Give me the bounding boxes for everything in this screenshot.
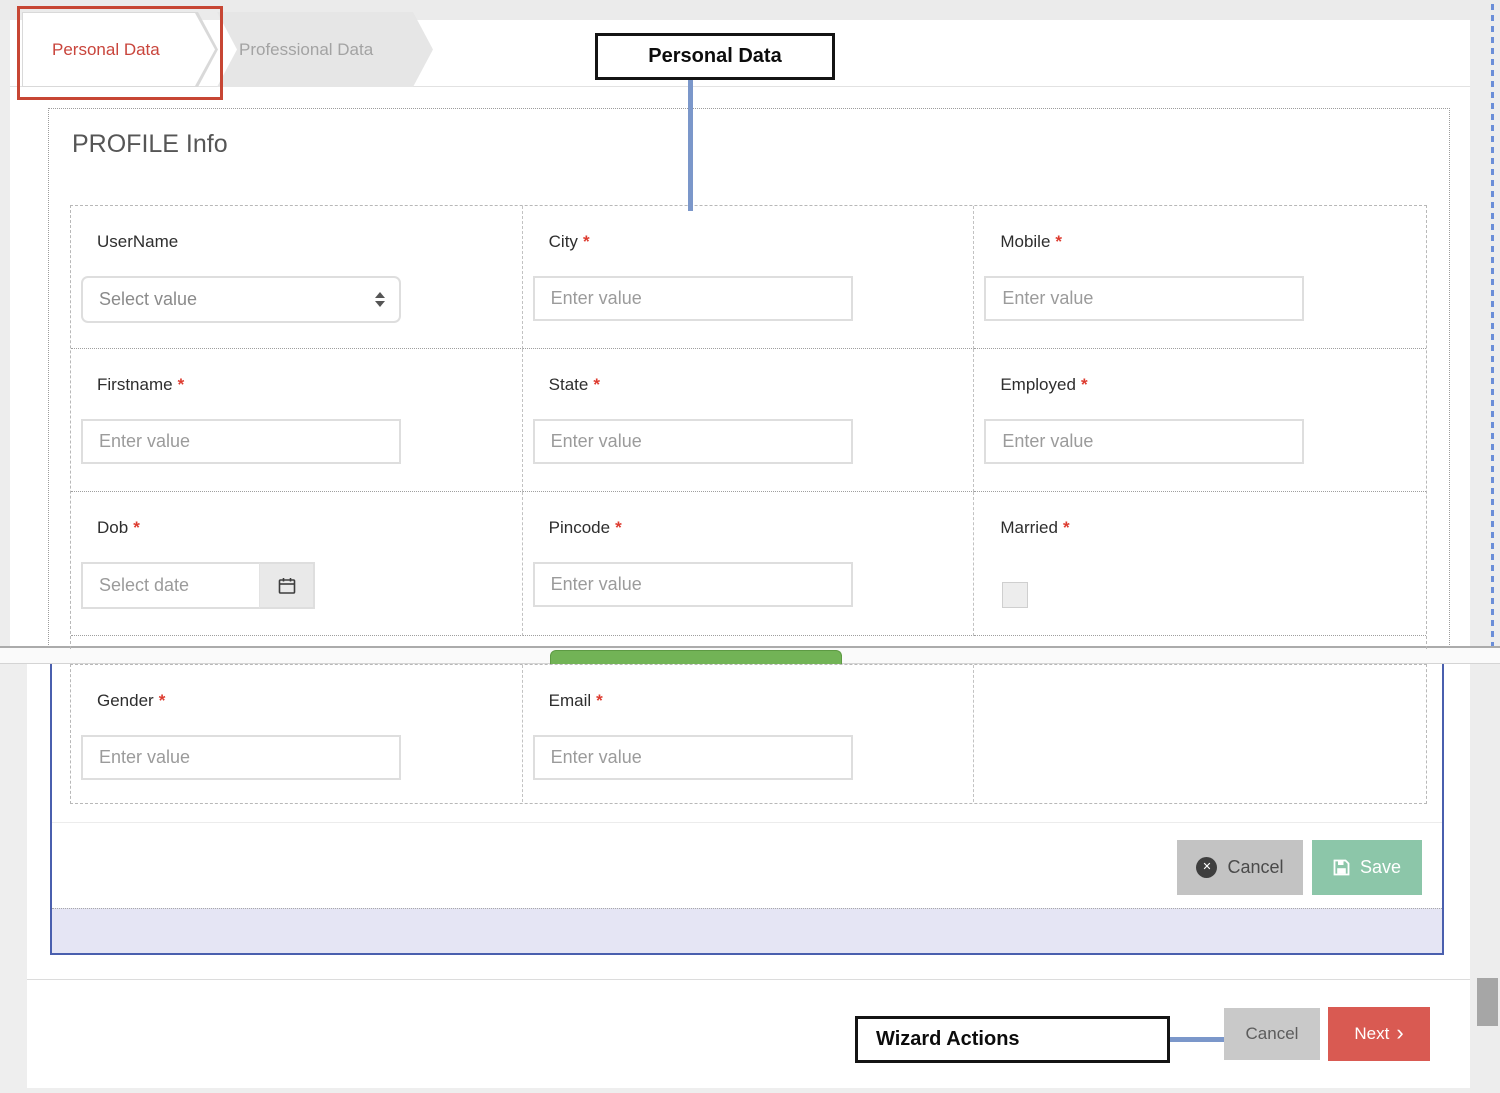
callout-personal-text: Personal Data <box>648 45 781 68</box>
field-mobile: Mobile * <box>974 206 1426 349</box>
required-asterisk: * <box>593 375 600 394</box>
field-email: Email* <box>523 665 975 802</box>
state-label: State <box>549 375 589 394</box>
username-label: UserName <box>97 232 178 251</box>
wizard-footer-divider <box>27 979 1470 980</box>
pincode-label: Pincode <box>549 518 610 537</box>
field-firstname: Firstname * <box>71 349 523 492</box>
field-dob: Dob * <box>71 492 523 636</box>
firstname-input[interactable] <box>81 419 401 464</box>
required-asterisk: * <box>615 518 622 537</box>
dob-input[interactable] <box>81 562 259 609</box>
gender-label: Gender <box>97 691 154 710</box>
required-asterisk: * <box>178 375 185 394</box>
married-label: Married <box>1000 518 1058 537</box>
profile-save-label: Save <box>1360 857 1401 878</box>
callout-wizard-actions: Wizard Actions <box>855 1016 1170 1063</box>
callout-wizard-text: Wizard Actions <box>876 1028 1020 1051</box>
required-asterisk: * <box>133 518 140 537</box>
email-input[interactable] <box>533 735 853 780</box>
field-gender: Gender * <box>71 665 523 802</box>
pincode-input[interactable] <box>533 562 853 607</box>
married-checkbox[interactable] <box>1002 582 1028 608</box>
wizard-cancel-label: Cancel <box>1246 1024 1299 1044</box>
panel-footer-band <box>52 908 1442 953</box>
dob-label: Dob <box>97 518 128 537</box>
field-state: State* <box>523 349 975 492</box>
scrollbar-thumb[interactable] <box>1477 978 1498 1026</box>
username-select[interactable]: Select value <box>81 276 401 323</box>
gender-input[interactable] <box>81 735 401 780</box>
required-asterisk: * <box>596 691 603 710</box>
employed-label: Employed <box>1000 375 1076 394</box>
tab-professional-data[interactable]: Professional Data <box>217 12 433 87</box>
left-gutter <box>0 0 10 648</box>
annotation-highlight-box <box>17 6 223 100</box>
profile-form-grid-bottom: Gender* Email* <box>70 664 1427 804</box>
tab-professional-label: Professional Data <box>217 40 373 60</box>
city-input[interactable] <box>533 276 853 321</box>
dob-date-group <box>81 562 508 609</box>
required-asterisk: * <box>1055 232 1062 251</box>
next-chevron-icon: › <box>1396 1022 1403 1044</box>
required-asterisk: * <box>1081 375 1088 394</box>
callout-personal-data: Personal Data <box>595 33 835 80</box>
dob-calendar-button[interactable] <box>259 562 315 609</box>
callout-connector-vertical <box>688 80 693 211</box>
right-gutter <box>1470 0 1500 1093</box>
field-empty <box>974 665 1426 802</box>
field-pincode: Pincode * <box>523 492 975 636</box>
save-floppy-icon <box>1333 859 1350 876</box>
profile-cancel-label: Cancel <box>1227 857 1283 878</box>
required-asterisk: * <box>583 232 590 251</box>
field-married: Married * <box>974 492 1426 636</box>
selection-dashed-edge <box>1491 4 1494 646</box>
profile-form-grid-top: UserName Select value City * Mobile * Firs… <box>70 205 1427 649</box>
calendar-icon <box>277 576 297 596</box>
field-city: City * <box>523 206 975 349</box>
profile-save-button[interactable]: Save <box>1312 840 1422 895</box>
wizard-next-label: Next <box>1354 1024 1389 1044</box>
mobile-input[interactable] <box>984 276 1304 321</box>
profile-panel-title: PROFILE Info <box>72 130 228 159</box>
field-username: UserName Select value <box>71 206 523 349</box>
city-label: City <box>549 232 578 251</box>
profile-cancel-button[interactable]: ✕ Cancel <box>1177 840 1303 895</box>
email-label: Email <box>549 691 592 710</box>
required-asterisk: * <box>1063 518 1070 537</box>
state-input[interactable] <box>533 419 853 464</box>
field-employed: Employed * <box>974 349 1426 492</box>
cancel-x-icon: ✕ <box>1196 857 1217 878</box>
wizard-cancel-button[interactable]: Cancel <box>1224 1008 1320 1060</box>
wizard-page: Personal Data Professional Data Personal… <box>0 0 1500 1093</box>
green-button-sliver <box>550 650 842 665</box>
toolbar-divider <box>52 822 1442 823</box>
select-caret-icon <box>375 292 385 307</box>
required-asterisk: * <box>159 691 166 710</box>
username-select-value: Select value <box>99 289 197 310</box>
wizard-next-button[interactable]: Next › <box>1328 1007 1430 1061</box>
mobile-label: Mobile <box>1000 232 1050 251</box>
employed-input[interactable] <box>984 419 1304 464</box>
firstname-label: Firstname <box>97 375 173 394</box>
